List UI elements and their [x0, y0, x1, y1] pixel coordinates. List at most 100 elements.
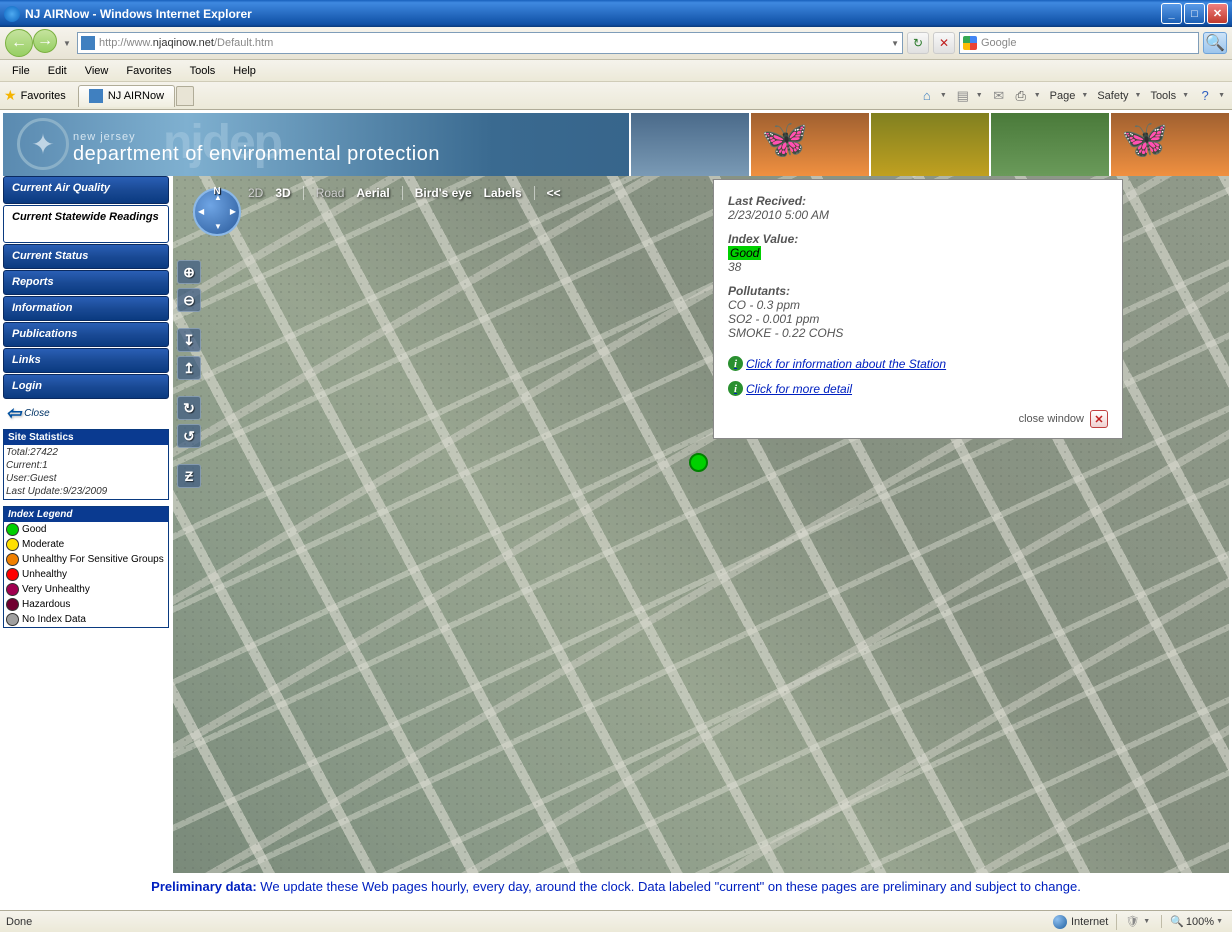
njdep-banner: ✦ njdep new jersey department of environ… — [3, 113, 1229, 176]
popup-link-more-detail[interactable]: iClick for more detail — [728, 381, 1108, 396]
window-titlebar: NJ AIRNow - Windows Internet Explorer _ … — [0, 0, 1232, 27]
tilt-down-button[interactable]: ↧ — [177, 328, 201, 352]
rotate-ccw-button[interactable]: ↺ — [177, 424, 201, 448]
sidebar-item-publications[interactable]: Publications — [3, 322, 169, 347]
popup-link-station-info[interactable]: iClick for information about the Station — [728, 356, 1108, 371]
sidebar-item-statewide-readings[interactable]: Current Statewide Readings — [3, 205, 169, 243]
pan-south-icon[interactable]: ▼ — [214, 222, 222, 231]
station-info-popup: Last Recived: 2/23/2010 5:00 AM Index Va… — [713, 179, 1123, 439]
rotate-cw-button[interactable]: ↻ — [177, 396, 201, 420]
legend-dot-moderate — [6, 538, 19, 551]
maximize-button[interactable]: □ — [1184, 3, 1205, 24]
page-menu[interactable]: Page — [1048, 90, 1078, 102]
tilt-up-button[interactable]: ↥ — [177, 356, 201, 380]
nav-history-dropdown[interactable]: ▼ — [61, 39, 73, 48]
favorites-label[interactable]: Favorites — [21, 90, 66, 102]
rss-icon[interactable]: ▤ — [954, 87, 972, 105]
popup-index-status: Good — [728, 246, 761, 260]
menu-tools[interactable]: Tools — [182, 63, 224, 79]
legend-dot-no-data — [6, 613, 19, 626]
close-button[interactable]: ✕ — [1207, 3, 1228, 24]
menu-edit[interactable]: Edit — [40, 63, 75, 79]
banner-dept: department of environmental protection — [73, 143, 440, 166]
tools-menu[interactable]: Tools — [1148, 90, 1178, 102]
pan-east-icon[interactable]: ▶ — [230, 207, 236, 216]
zoom-in-button[interactable]: ⊕ — [177, 260, 201, 284]
reset-north-button[interactable]: Ƶ — [177, 464, 201, 488]
map-toolbar: 2D 3D Road Aerial Bird's eye Labels << — [248, 186, 561, 200]
sidebar: Current Air Quality Current Statewide Re… — [3, 176, 173, 873]
close-arrow-icon: ⇦ — [6, 403, 21, 424]
status-done: Done — [6, 916, 32, 928]
menu-file[interactable]: File — [4, 63, 38, 79]
popup-close-label: close window — [1019, 413, 1084, 425]
favorites-star-icon[interactable]: ★ — [4, 87, 17, 104]
pan-west-icon[interactable]: ◀ — [198, 207, 204, 216]
legend-dot-very-unhealthy — [6, 583, 19, 596]
rss-dropdown[interactable]: ▼ — [976, 92, 983, 99]
address-dropdown[interactable]: ▼ — [891, 39, 899, 48]
sidebar-item-current-status[interactable]: Current Status — [3, 244, 169, 269]
home-dropdown[interactable]: ▼ — [940, 92, 947, 99]
back-button[interactable]: ← — [5, 29, 33, 57]
url-text: http://www.njaqinow.net/Default.htm — [99, 37, 891, 49]
map-labels-toggle[interactable]: Labels — [484, 186, 522, 200]
sidebar-item-current-air-quality[interactable]: Current Air Quality — [3, 176, 169, 204]
protected-mode-icon[interactable]: 🛡 — [1125, 915, 1139, 928]
sidebar-close[interactable]: ⇦ Close — [3, 400, 169, 427]
legend-row: Unhealthy For Sensitive Groups — [4, 552, 168, 567]
zoom-control[interactable]: 🔍 100% ▼ — [1161, 915, 1226, 928]
legend-dot-hazardous — [6, 598, 19, 611]
map-style-aerial[interactable]: Aerial — [356, 186, 389, 200]
map-compass[interactable]: N ▲ ▼ ▶ ◀ — [193, 188, 241, 236]
browser-tab[interactable]: NJ AIRNow — [78, 85, 175, 107]
nav-toolbar: ← → ▼ http://www.njaqinow.net/Default.ht… — [0, 27, 1232, 60]
sidebar-item-login[interactable]: Login — [3, 374, 169, 399]
menu-favorites[interactable]: Favorites — [118, 63, 179, 79]
stats-user: User:Guest — [6, 472, 166, 485]
menu-bar: File Edit View Favorites Tools Help — [0, 60, 1232, 82]
map-collapse-toolbar[interactable]: << — [547, 186, 561, 200]
search-placeholder: Google — [981, 37, 1016, 49]
pan-north-icon[interactable]: ▲ — [214, 193, 222, 202]
home-icon[interactable]: ⌂ — [918, 87, 936, 105]
minimize-button[interactable]: _ — [1161, 3, 1182, 24]
legend-dot-good — [6, 523, 19, 536]
address-bar[interactable]: http://www.njaqinow.net/Default.htm ▼ — [77, 32, 903, 54]
station-marker[interactable] — [689, 453, 708, 472]
map-view-3d[interactable]: 3D — [275, 186, 290, 200]
help-icon[interactable]: ? — [1196, 87, 1214, 105]
menu-view[interactable]: View — [77, 63, 117, 79]
tab-title: NJ AIRNow — [108, 90, 164, 102]
new-tab-button[interactable] — [176, 86, 194, 106]
mail-icon[interactable]: ✉ — [990, 87, 1008, 105]
map-style-birdseye[interactable]: Bird's eye — [415, 186, 472, 200]
site-statistics-box: Site Statistics Total:27422 Current:1 Us… — [3, 429, 169, 500]
zoom-out-button[interactable]: ⊖ — [177, 288, 201, 312]
zoom-dropdown[interactable]: ▼ — [1216, 918, 1223, 925]
sidebar-item-links[interactable]: Links — [3, 348, 169, 373]
legend-row: Moderate — [4, 537, 168, 552]
preliminary-data-notice: Preliminary data: We update these Web pa… — [3, 873, 1229, 900]
popup-close-button[interactable]: ✕ — [1090, 410, 1108, 428]
stats-heading: Site Statistics — [4, 430, 168, 445]
search-box[interactable]: Google — [959, 32, 1199, 54]
forward-button[interactable]: → — [33, 29, 57, 53]
print-dropdown[interactable]: ▼ — [1034, 92, 1041, 99]
refresh-button[interactable]: ↻ — [907, 32, 929, 54]
search-button[interactable]: 🔍 — [1203, 32, 1227, 54]
stop-button[interactable]: ✕ — [933, 32, 955, 54]
safety-menu[interactable]: Safety — [1095, 90, 1130, 102]
legend-row: Good — [4, 522, 168, 537]
menu-help[interactable]: Help — [225, 63, 264, 79]
sidebar-item-information[interactable]: Information — [3, 296, 169, 321]
print-icon[interactable]: ⎙ — [1012, 87, 1030, 105]
sidebar-item-reports[interactable]: Reports — [3, 270, 169, 295]
stats-total: Total:27422 — [6, 446, 166, 459]
status-zone: Internet — [1071, 916, 1108, 928]
map-area[interactable]: N ▲ ▼ ▶ ◀ 2D 3D Road Aerial Bird's eye L… — [173, 176, 1229, 873]
map-view-2d[interactable]: 2D — [248, 186, 263, 200]
command-bar: ★ Favorites NJ AIRNow ⌂▼ ▤▼ ✉ ⎙▼ Page▼ S… — [0, 82, 1232, 110]
map-style-road[interactable]: Road — [316, 186, 345, 200]
ie-icon — [4, 6, 20, 22]
